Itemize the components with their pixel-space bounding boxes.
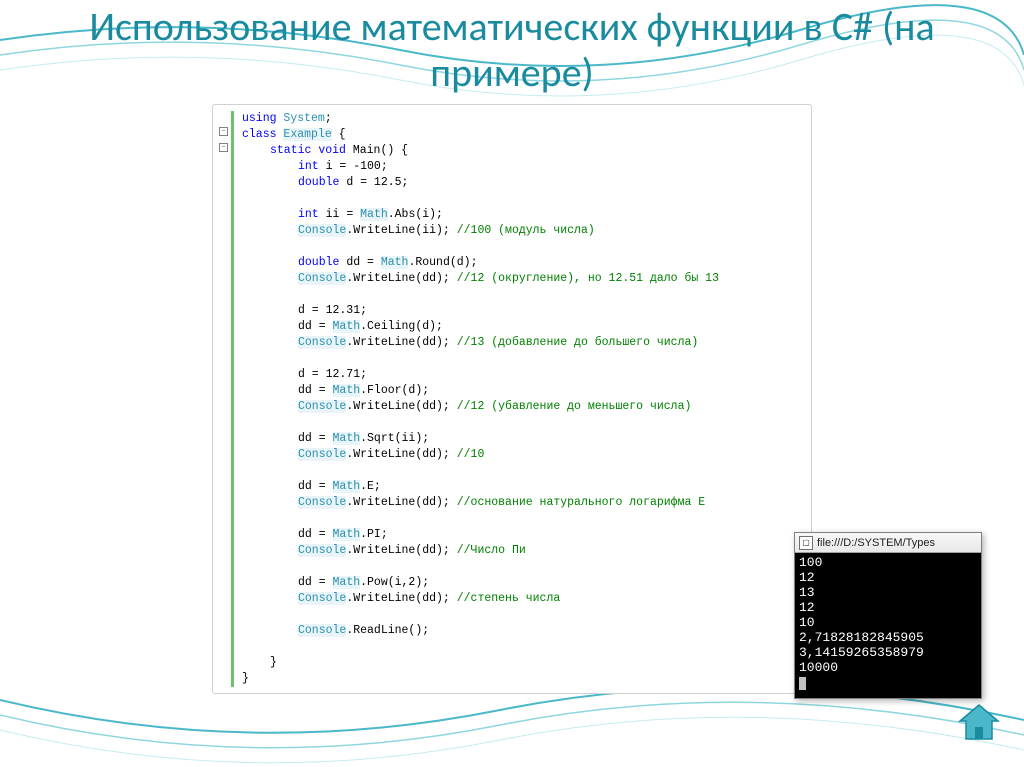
- slide-title: Использование математических функции в C…: [0, 0, 1024, 96]
- fold-toggle-icon[interactable]: −: [219, 143, 228, 152]
- code-content: using System; class Example { static voi…: [231, 111, 807, 687]
- console-line: 3,14159265358979: [799, 645, 924, 660]
- console-line: 10: [799, 615, 815, 630]
- console-titlebar[interactable]: ▢ file:///D:/SYSTEM/Types: [795, 533, 981, 553]
- console-body: 100 12 13 12 10 2,71828182845905 3,14159…: [795, 553, 981, 698]
- console-line: 12: [799, 600, 815, 615]
- source-code: using System; class Example { static voi…: [242, 111, 807, 687]
- console-output-window: ▢ file:///D:/SYSTEM/Types 100 12 13 12 1…: [794, 532, 982, 699]
- console-line: 12: [799, 570, 815, 585]
- code-editor-panel: − − using System; class Example { static…: [212, 104, 812, 694]
- home-icon: [956, 703, 1002, 743]
- console-app-icon: ▢: [799, 536, 813, 550]
- fold-gutter: − −: [217, 111, 231, 687]
- fold-toggle-icon[interactable]: −: [219, 127, 228, 136]
- console-line: 100: [799, 555, 822, 570]
- console-line: 10000: [799, 660, 838, 675]
- console-line: 2,71828182845905: [799, 630, 924, 645]
- console-title: file:///D:/SYSTEM/Types: [817, 537, 935, 549]
- home-button[interactable]: [956, 703, 1002, 743]
- console-cursor: [799, 677, 806, 690]
- console-line: 13: [799, 585, 815, 600]
